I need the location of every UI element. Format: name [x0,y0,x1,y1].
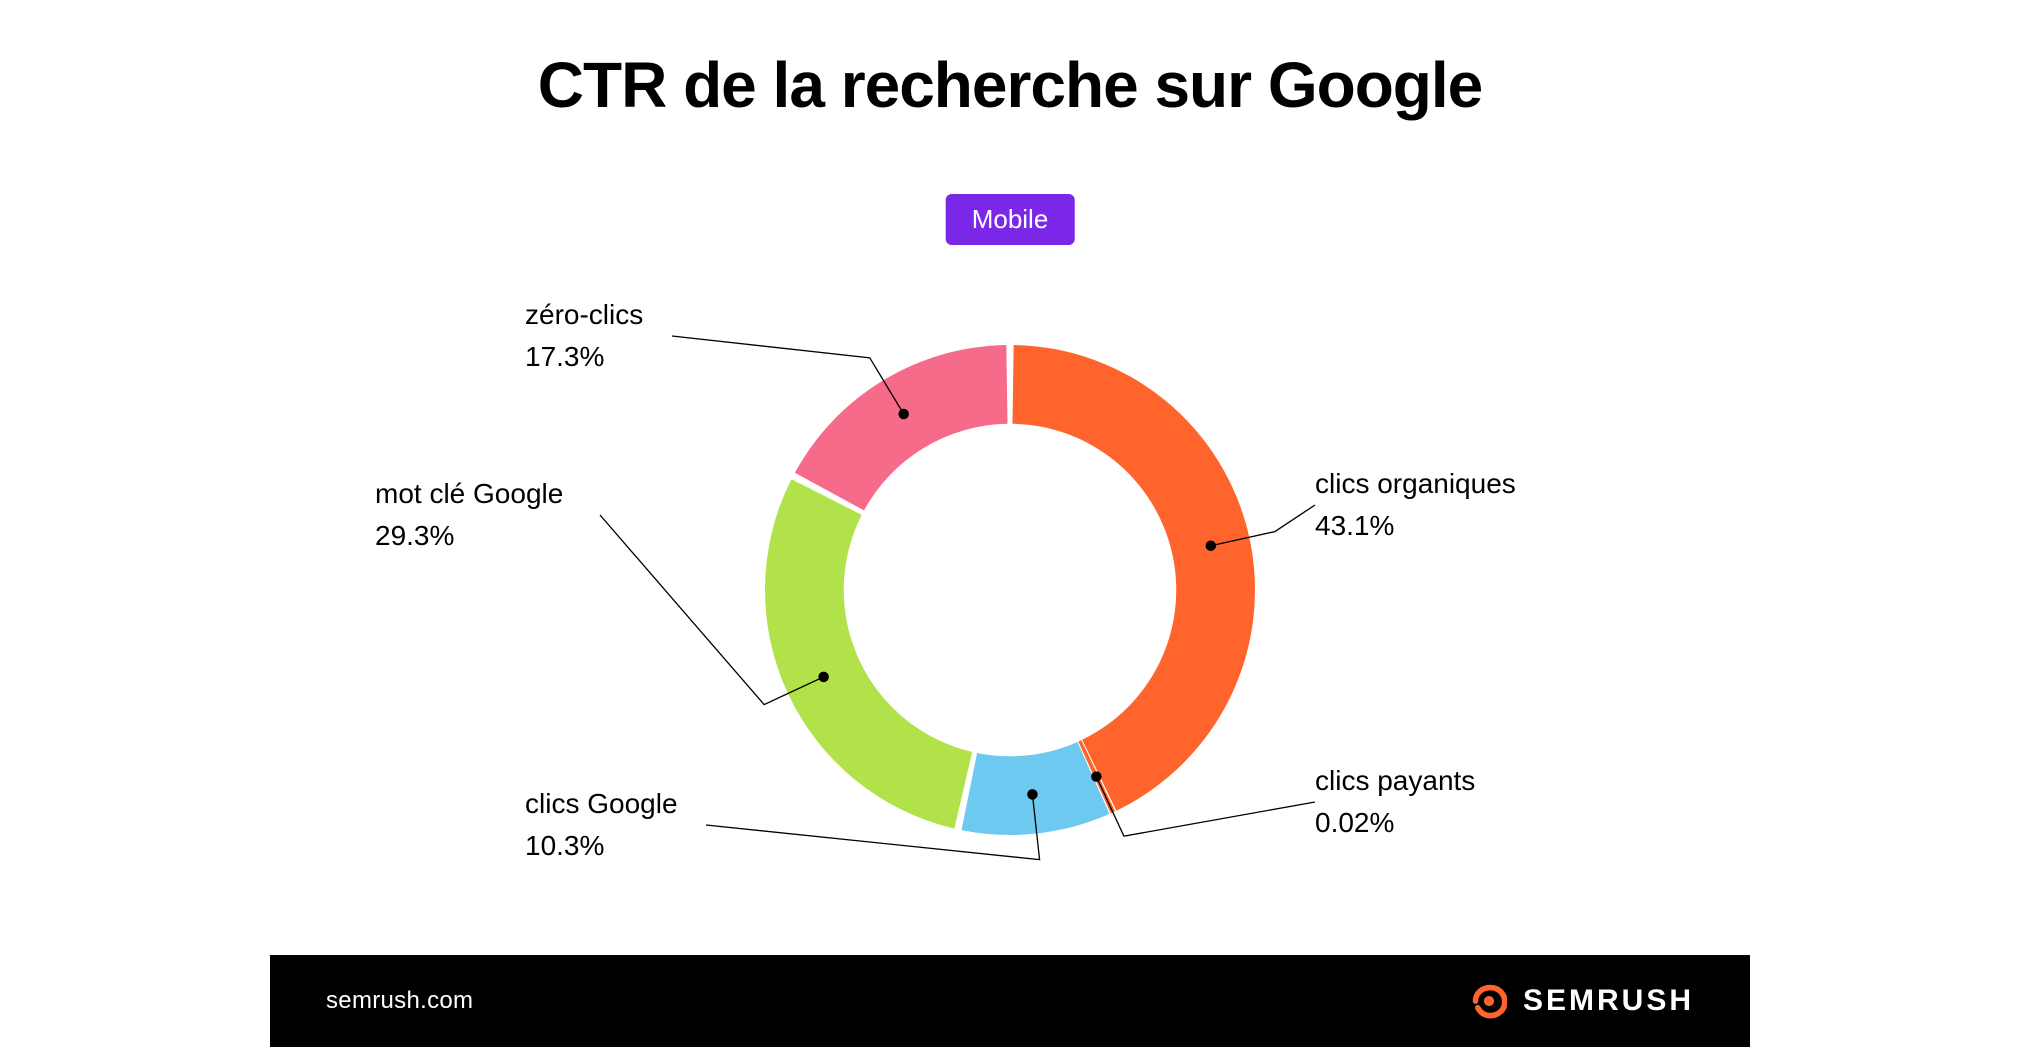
footer-brand: SEMRUSH [1471,983,1694,1019]
label-keyword-name: mot clé Google [375,475,563,513]
label-paid-pct: 0.02% [1315,804,1475,842]
label-google-pct: 10.3% [525,827,678,865]
semrush-icon [1471,983,1507,1019]
label-zero-name: zéro-clics [525,296,643,334]
label-zero-pct: 17.3% [525,338,643,376]
label-paid-name: clics payants [1315,762,1475,800]
label-paid: clics payants 0.02% [1315,762,1475,842]
label-organic-pct: 43.1% [1315,507,1516,545]
donut-chart [730,310,1290,870]
donut-svg [730,310,1290,870]
donut-slices [765,345,1255,835]
chart-stage: CTR de la recherche sur Google Mobile cl… [0,0,2020,1047]
footer-site: semrush.com [326,987,473,1015]
label-organic: clics organiques 43.1% [1315,465,1516,545]
chart-title: CTR de la recherche sur Google [0,48,2020,122]
footer-brand-name: SEMRUSH [1523,984,1694,1018]
label-zero: zéro-clics 17.3% [525,296,643,376]
label-keyword: mot clé Google 29.3% [375,475,563,555]
label-organic-name: clics organiques [1315,465,1516,503]
footer-bar: semrush.com SEMRUSH [270,955,1750,1047]
label-keyword-pct: 29.3% [375,517,563,555]
label-google-name: clics Google [525,785,678,823]
label-google: clics Google 10.3% [525,785,678,865]
platform-badge: Mobile [946,194,1075,245]
